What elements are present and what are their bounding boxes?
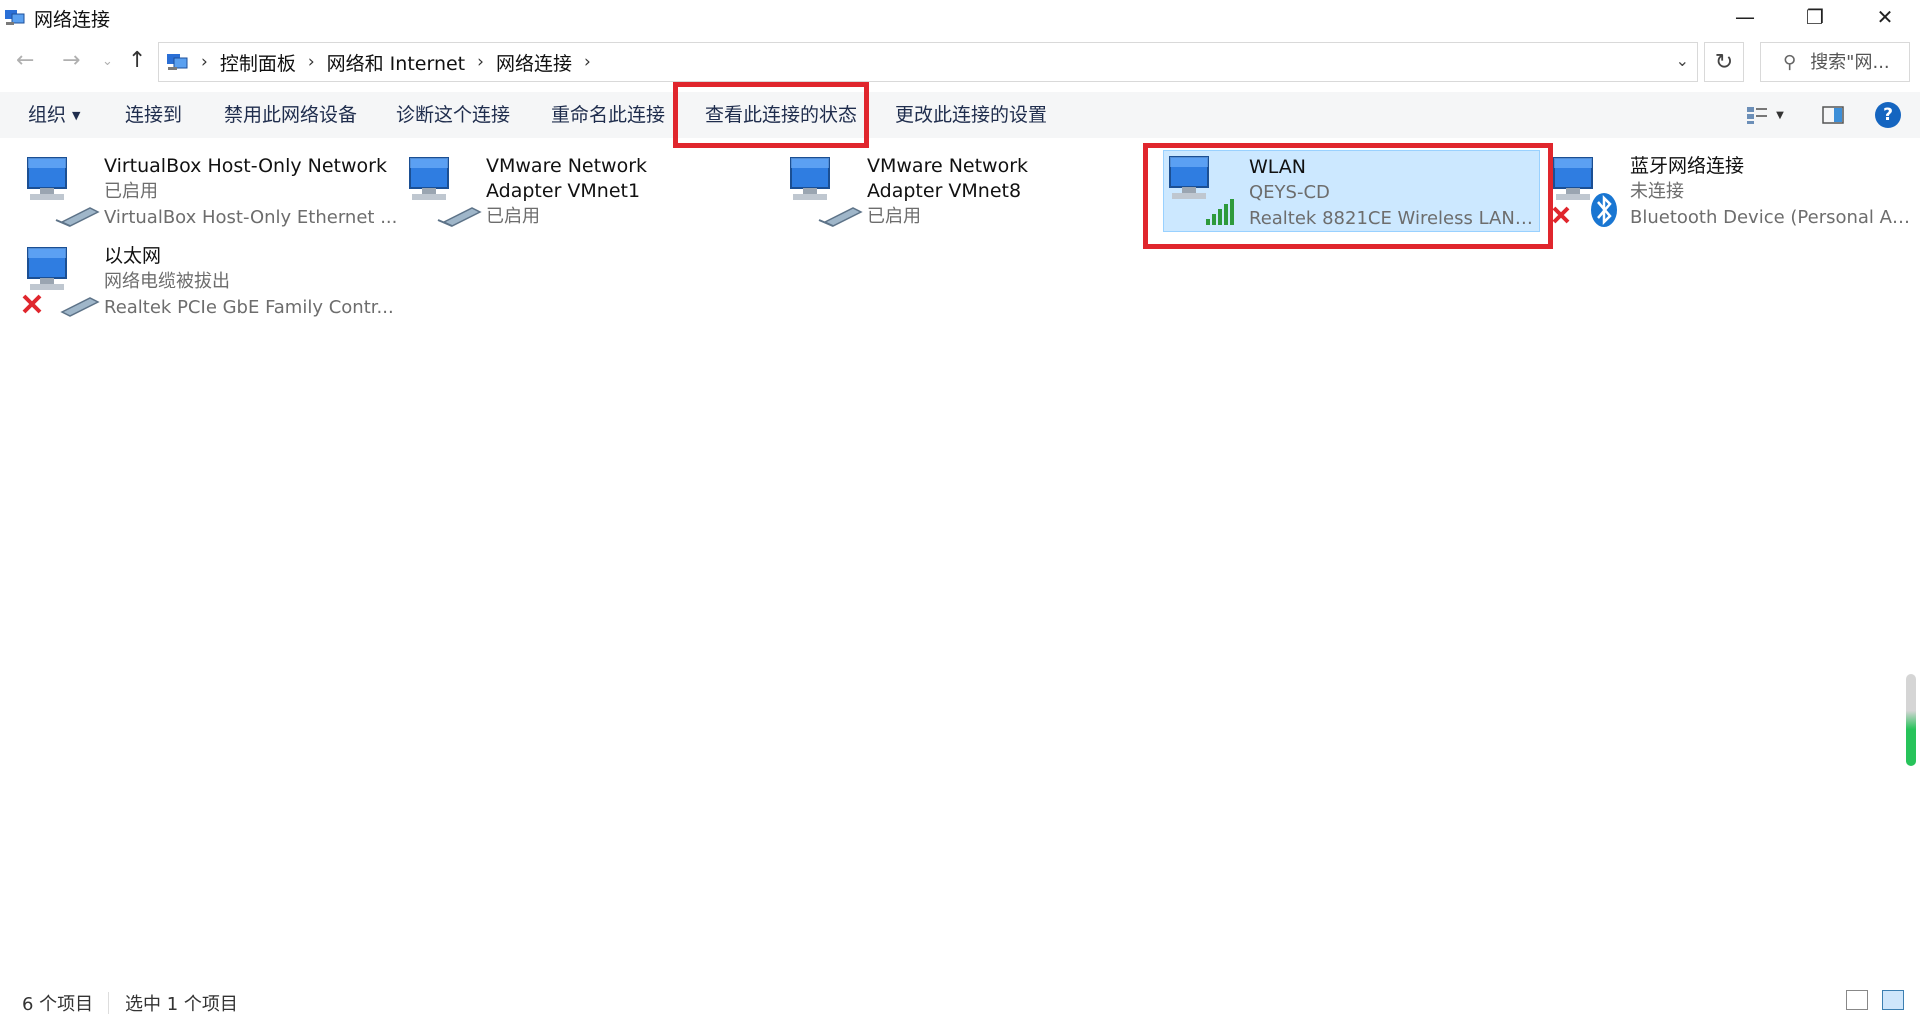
search-icon: ⚲ [1783,51,1797,73]
connection-status: 未连接 [1630,181,1684,202]
connection-item-wlan[interactable]: WLAN QEYS-CD Realtek 8821CE Wireless LAN… [1163,150,1540,232]
window-title: 网络连接 [34,8,111,31]
up-arrow-icon[interactable]: ↑ [128,48,146,73]
network-adapter-icon [409,157,482,227]
organize-menu[interactable]: 组织 ▼ [28,92,80,138]
connection-item-vmnet1[interactable]: VMware Network Adapter VMnet1 已启用 [404,150,774,236]
item-count: 6 个项目 [22,994,94,1015]
connection-device: Bluetooth Device (Personal Are... [1630,207,1910,228]
address-bar[interactable]: › 控制面板 › 网络和 Internet › 网络连接 › ⌄ [158,42,1698,82]
connection-item-ethernet[interactable]: 以太网 网络电缆被拔出 Realtek PCIe GbE Family Cont… [22,240,394,326]
connection-item-virtualbox[interactable]: VirtualBox Host-Only Network 已启用 Virtual… [22,150,397,236]
breadcrumb-separator-icon: › [201,52,208,72]
disable-device-button[interactable]: 禁用此网络设备 [224,92,357,138]
refresh-button[interactable]: ↻ [1704,42,1744,82]
connection-name: WLAN [1249,156,1307,178]
status-divider [108,992,109,1014]
preview-pane-button[interactable] [1816,100,1850,130]
status-bar: 6 个项目 选中 1 个项目 [0,988,1920,1020]
connection-status: 已启用 [486,206,540,227]
minimize-button[interactable]: — [1710,0,1780,34]
back-arrow-icon[interactable]: ← [16,48,34,73]
connection-status: 已启用 [104,181,158,202]
restore-button[interactable]: ❐ [1780,0,1850,34]
search-box[interactable]: ⚲ [1760,42,1910,82]
network-adapter-icon [790,157,863,227]
large-icons-view-icon[interactable] [1882,990,1904,1010]
breadcrumb-separator-icon[interactable]: › [584,52,591,72]
bluetooth-adapter-icon [1552,157,1617,227]
connection-name: VMware Network Adapter VMnet1 [486,155,648,202]
selected-count: 选中 1 个项目 [125,994,238,1015]
change-connection-settings-button[interactable]: 更改此连接的设置 [895,92,1047,138]
connection-name: 以太网 [104,245,162,267]
connection-name: 蓝牙网络连接 [1630,155,1745,177]
highlight-box-view-status [673,82,869,148]
breadcrumb-network-connections[interactable]: 网络连接 [496,49,572,76]
recent-locations-chevron-icon[interactable]: ⌄ [102,54,113,69]
connection-status: QEYS-CD [1249,182,1330,203]
connection-device: VirtualBox Host-Only Ethernet ... [104,207,398,228]
network-adapter-icon [27,157,100,227]
connect-to-button[interactable]: 连接到 [125,92,182,138]
ethernet-adapter-icon [22,247,100,317]
view-options-icon [1747,107,1768,124]
breadcrumb-separator-icon[interactable]: › [477,52,484,72]
control-panel-icon [167,54,188,70]
help-icon: ? [1875,102,1901,128]
connection-name: VMware Network Adapter VMnet8 [867,155,1029,202]
navigation-row: ← → ⌄ ↑ › 控制面板 › 网络和 Internet › 网络连接 › ⌄… [0,42,1920,82]
network-connections-icon [5,10,25,25]
close-button[interactable]: ✕ [1850,0,1920,34]
address-history-dropdown-icon[interactable]: ⌄ [1676,51,1689,70]
connection-status: 网络电缆被拔出 [104,271,230,292]
wireless-adapter-icon [1169,156,1234,225]
connection-item-bluetooth[interactable]: 蓝牙网络连接 未连接 Bluetooth Device (Personal Ar… [1550,150,1912,236]
change-view-button[interactable]: ▼ [1740,100,1790,130]
title-bar: 网络连接 — ❐ ✕ [0,0,1920,36]
search-input[interactable] [1810,51,1903,73]
organize-label: 组织 [28,104,67,126]
connection-status: 已启用 [867,206,921,227]
connection-device: Realtek PCIe GbE Family Contr... [104,297,394,318]
preview-pane-icon [1822,106,1844,124]
command-bar: 组织 ▼ 连接到 禁用此网络设备 诊断这个连接 重命名此连接 查看此连接的状态 更… [0,92,1920,138]
help-button[interactable]: ? [1872,100,1904,130]
breadcrumb-network-internet[interactable]: 网络和 Internet [327,49,465,76]
connection-item-vmnet8[interactable]: VMware Network Adapter VMnet8 已启用 [785,150,1155,236]
connection-name: VirtualBox Host-Only Network [104,155,387,177]
vertical-scrollbar[interactable] [1906,674,1916,766]
connection-device: Realtek 8821CE Wireless LAN ... [1249,208,1534,229]
details-view-icon[interactable] [1846,990,1868,1010]
rename-connection-button[interactable]: 重命名此连接 [551,92,665,138]
diagnose-connection-button[interactable]: 诊断这个连接 [396,92,510,138]
breadcrumb-control-panel[interactable]: 控制面板 [220,49,296,76]
breadcrumb-separator-icon[interactable]: › [308,52,315,72]
view-options-dropdown-icon: ▼ [1776,109,1784,121]
forward-arrow-icon[interactable]: → [62,48,80,73]
dropdown-caret-icon: ▼ [72,108,81,122]
